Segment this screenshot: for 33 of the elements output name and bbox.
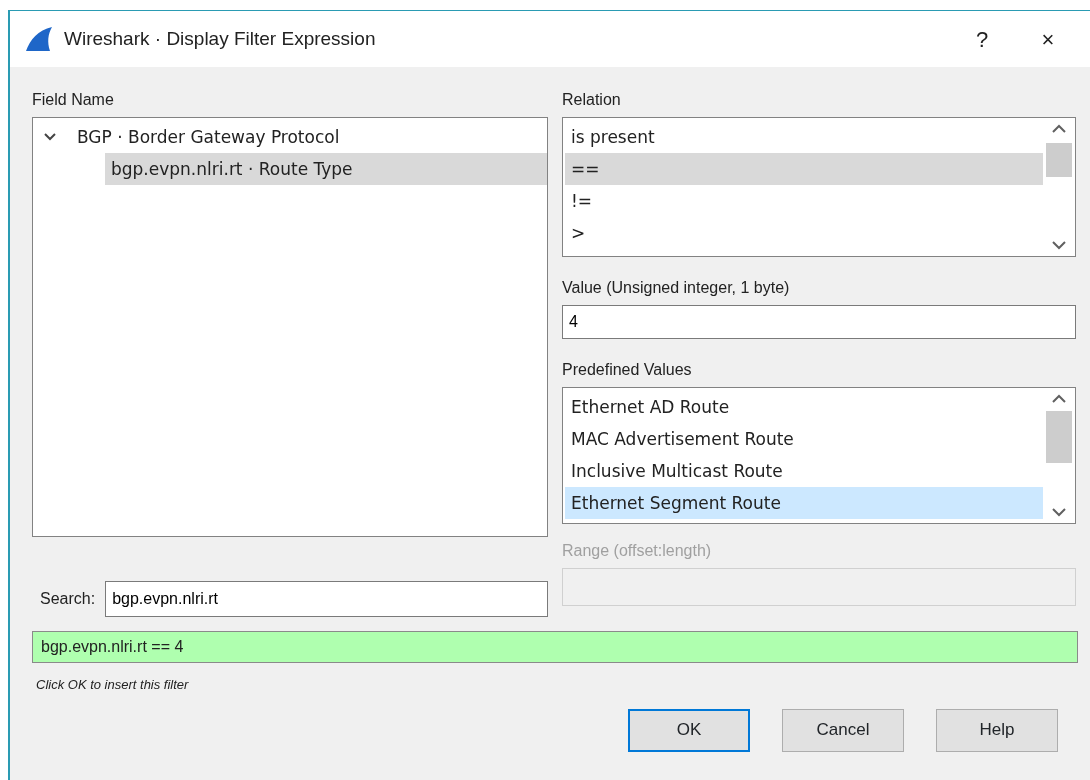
relation-label: Relation: [562, 90, 622, 110]
dialog-button[interactable]: Cancel: [782, 708, 904, 752]
scroll-up-icon[interactable]: [1052, 124, 1066, 133]
scroll-down-icon[interactable]: [1052, 508, 1066, 517]
list-item[interactable]: is present: [565, 121, 1043, 153]
help-button[interactable]: ?: [954, 22, 1010, 56]
list-item[interactable]: >: [565, 217, 1043, 249]
window-title: Wireshark · Display Filter Expression: [64, 26, 377, 51]
dialog-button[interactable]: Help: [936, 708, 1058, 752]
search-field[interactable]: bgp.evpn.nlri.rt: [105, 581, 548, 617]
scrollbar-thumb[interactable]: [1046, 411, 1072, 463]
range-label: Range (offset:length): [562, 541, 713, 561]
list-item[interactable]: Ethernet AD Route: [565, 391, 1043, 423]
value-field[interactable]: 4: [562, 305, 1076, 339]
list-item[interactable]: MAC Advertisement Route: [565, 423, 1043, 455]
value-label: Value (Unsigned integer, 1 byte): [562, 278, 791, 298]
tree-item[interactable]: BGP · Border Gateway Protocol: [71, 121, 547, 153]
filter-field[interactable]: bgp.evpn.nlri.rt == 4: [32, 631, 1078, 663]
predefined-values-label: Predefined Values: [562, 360, 693, 380]
search-label: Search:: [39, 589, 96, 609]
close-button[interactable]: ×: [1020, 22, 1076, 56]
scroll-up-icon[interactable]: [1052, 394, 1066, 403]
fin-icon: [24, 26, 54, 52]
list-item[interactable]: Inclusive Multicast Route: [565, 455, 1043, 487]
field-name-label: Field Name: [32, 90, 115, 110]
list-item[interactable]: !=: [565, 185, 1043, 217]
list-item[interactable]: ==: [565, 153, 1043, 185]
list-item[interactable]: Ethernet Segment Route: [565, 487, 1043, 519]
scrollbar-thumb[interactable]: [1046, 143, 1072, 177]
hint-text: Click OK to insert this filter: [36, 676, 190, 694]
scroll-down-icon[interactable]: [1052, 241, 1066, 250]
dialog-button[interactable]: OK: [628, 708, 750, 752]
tree-item[interactable]: bgp.evpn.nlri.rt · Route Type: [105, 153, 547, 185]
